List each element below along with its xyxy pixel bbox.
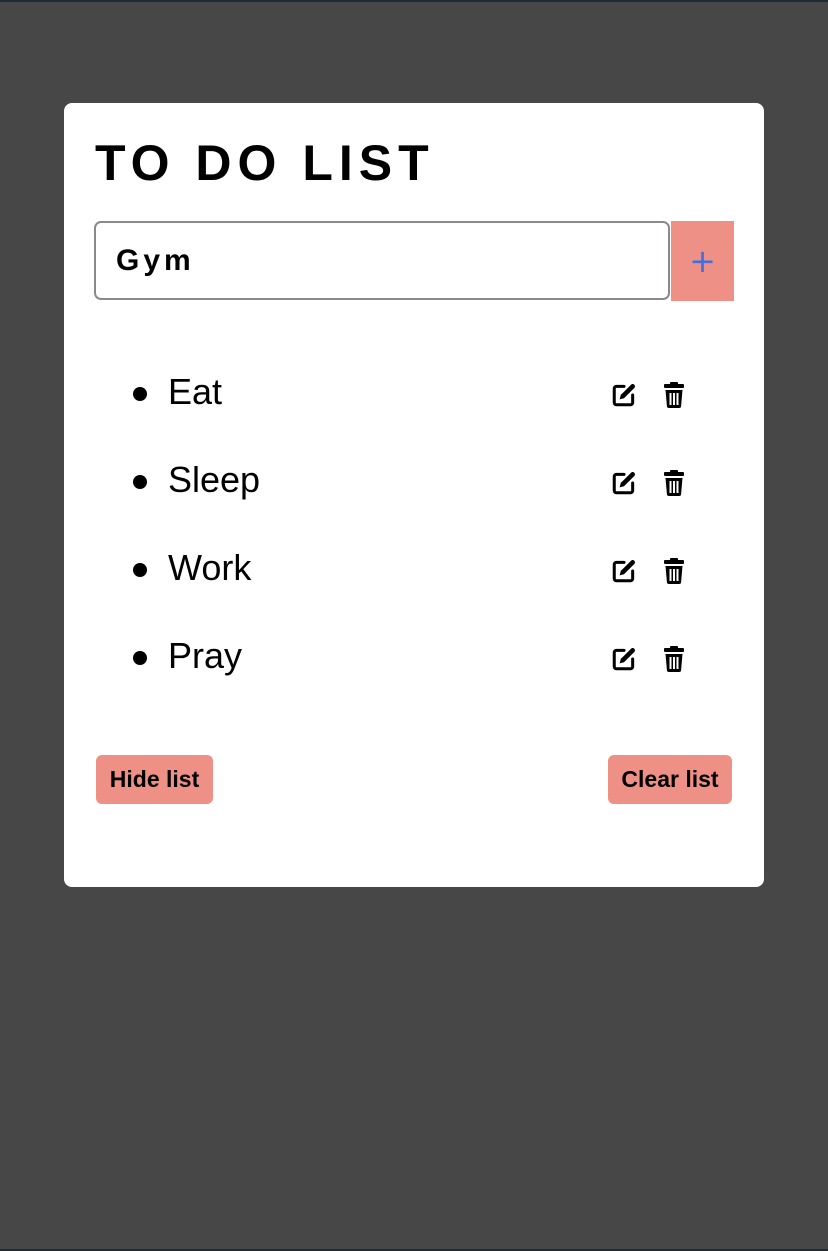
add-button[interactable]: + (671, 221, 734, 301)
list-item: Sleep (64, 438, 764, 526)
item-label: Eat (168, 371, 223, 412)
item-label: Work (168, 547, 252, 588)
bullet-icon (133, 475, 147, 489)
bullet-icon (133, 651, 147, 665)
window-top-edge (0, 0, 828, 2)
clear-list-button[interactable]: Clear list (608, 755, 732, 804)
item-label: Pray (168, 635, 243, 676)
edit-icon[interactable] (611, 646, 637, 672)
trash-icon[interactable] (661, 470, 687, 496)
todo-card: TO DO LIST + Eat Sleep (64, 103, 764, 887)
add-todo-form: + (94, 221, 734, 301)
bullet-icon (133, 563, 147, 577)
todo-list: Eat Sleep Work Pray (64, 350, 764, 702)
trash-icon[interactable] (661, 382, 687, 408)
list-item: Eat (64, 350, 764, 438)
edit-icon[interactable] (611, 470, 637, 496)
list-item: Work (64, 526, 764, 614)
hide-list-button[interactable]: Hide list (96, 755, 213, 804)
bullet-icon (133, 387, 147, 401)
page-title: TO DO LIST (95, 135, 435, 191)
plus-icon: + (689, 242, 716, 280)
trash-icon[interactable] (661, 558, 687, 584)
edit-icon[interactable] (611, 558, 637, 584)
edit-icon[interactable] (611, 382, 637, 408)
todo-input[interactable] (94, 221, 670, 300)
item-label: Sleep (168, 459, 261, 500)
trash-icon[interactable] (661, 646, 687, 672)
list-item: Pray (64, 614, 764, 702)
